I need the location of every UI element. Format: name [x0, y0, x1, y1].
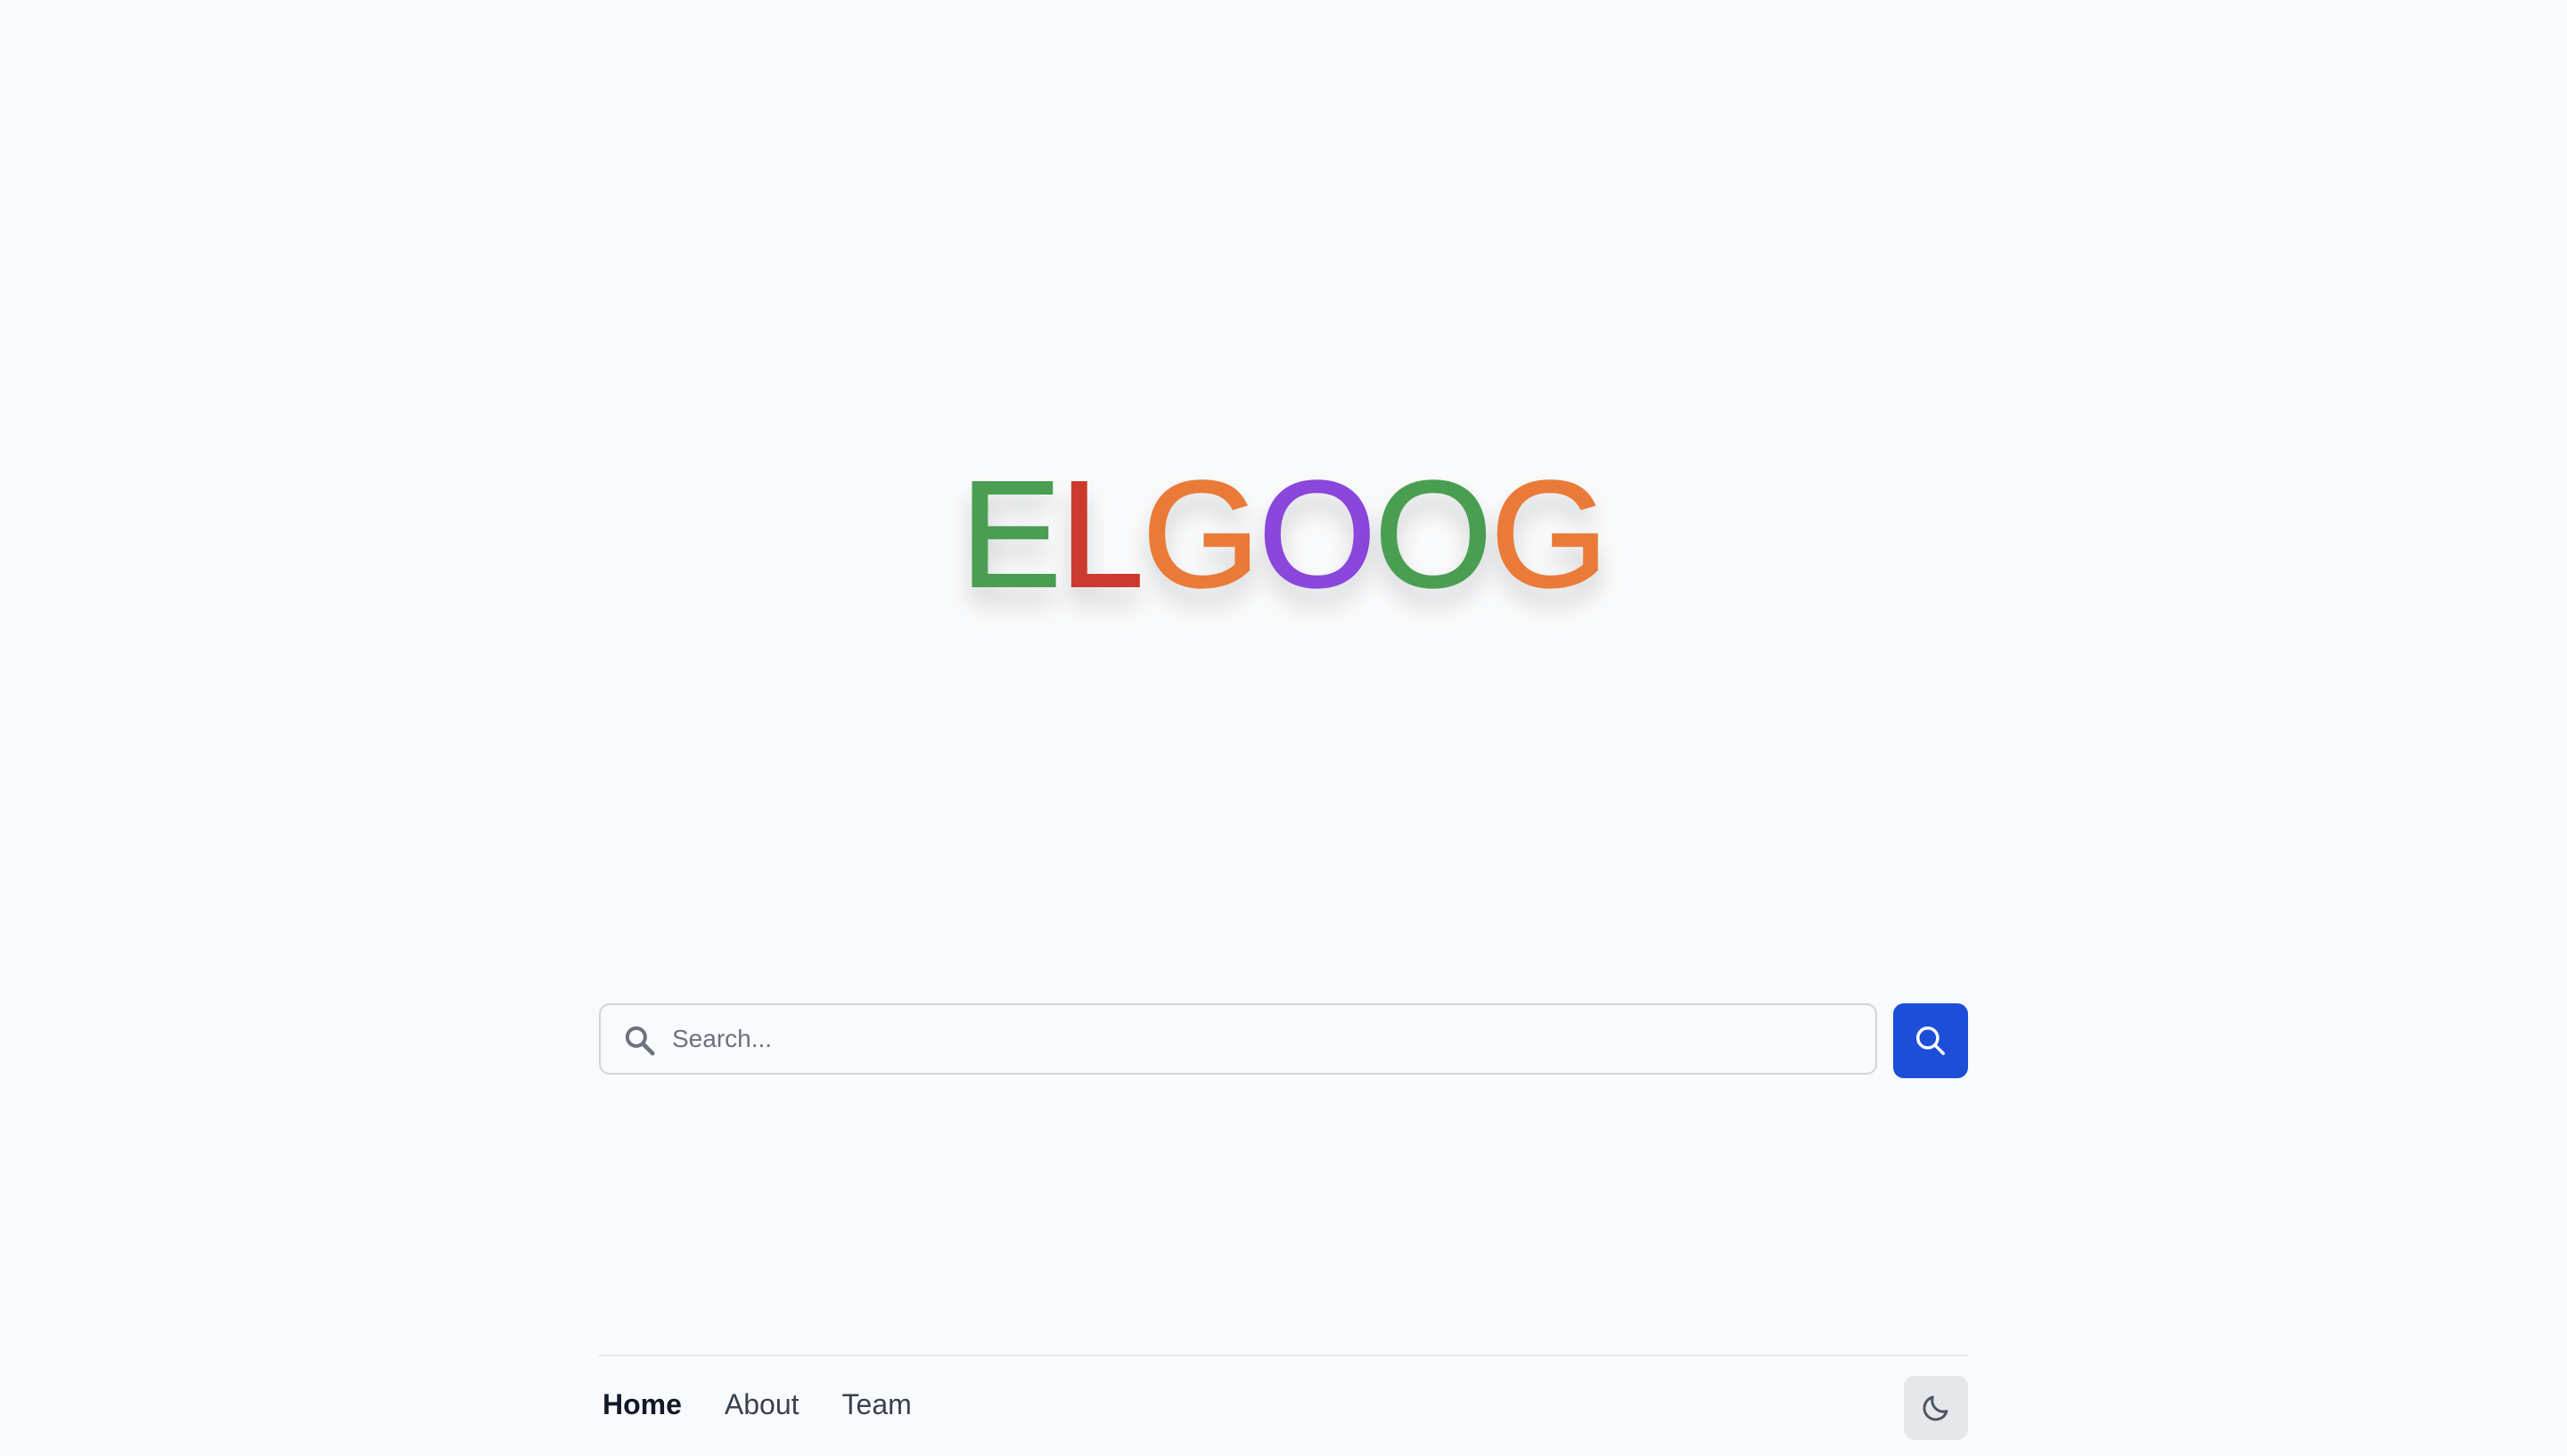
page: ELGOOG Home About Team	[0, 0, 2567, 1456]
logo-letter-g: G	[1141, 449, 1260, 620]
logo-letter-o: O	[1258, 449, 1377, 620]
search-bar	[599, 1003, 1968, 1078]
nav-link-home[interactable]: Home	[603, 1388, 682, 1421]
search-input[interactable]	[672, 1005, 1858, 1073]
logo-letter-e: E	[960, 449, 1062, 620]
footer: Home About Team	[599, 1354, 1968, 1456]
search-field[interactable]	[599, 1003, 1877, 1075]
search-icon	[1916, 1027, 1945, 1055]
theme-toggle-button[interactable]	[1904, 1376, 1968, 1440]
nav-link-team[interactable]: Team	[842, 1388, 912, 1421]
logo-letter-l: L	[1059, 449, 1145, 620]
logo-letter-o: O	[1374, 449, 1493, 620]
search-icon	[625, 1026, 655, 1056]
site-logo: ELGOOG	[0, 449, 2567, 620]
footer-nav: Home About Team	[603, 1388, 912, 1421]
nav-link-about[interactable]: About	[725, 1388, 800, 1421]
moon-icon	[1923, 1395, 1948, 1421]
logo-letter-g: G	[1489, 449, 1609, 620]
search-button[interactable]	[1893, 1003, 1968, 1078]
